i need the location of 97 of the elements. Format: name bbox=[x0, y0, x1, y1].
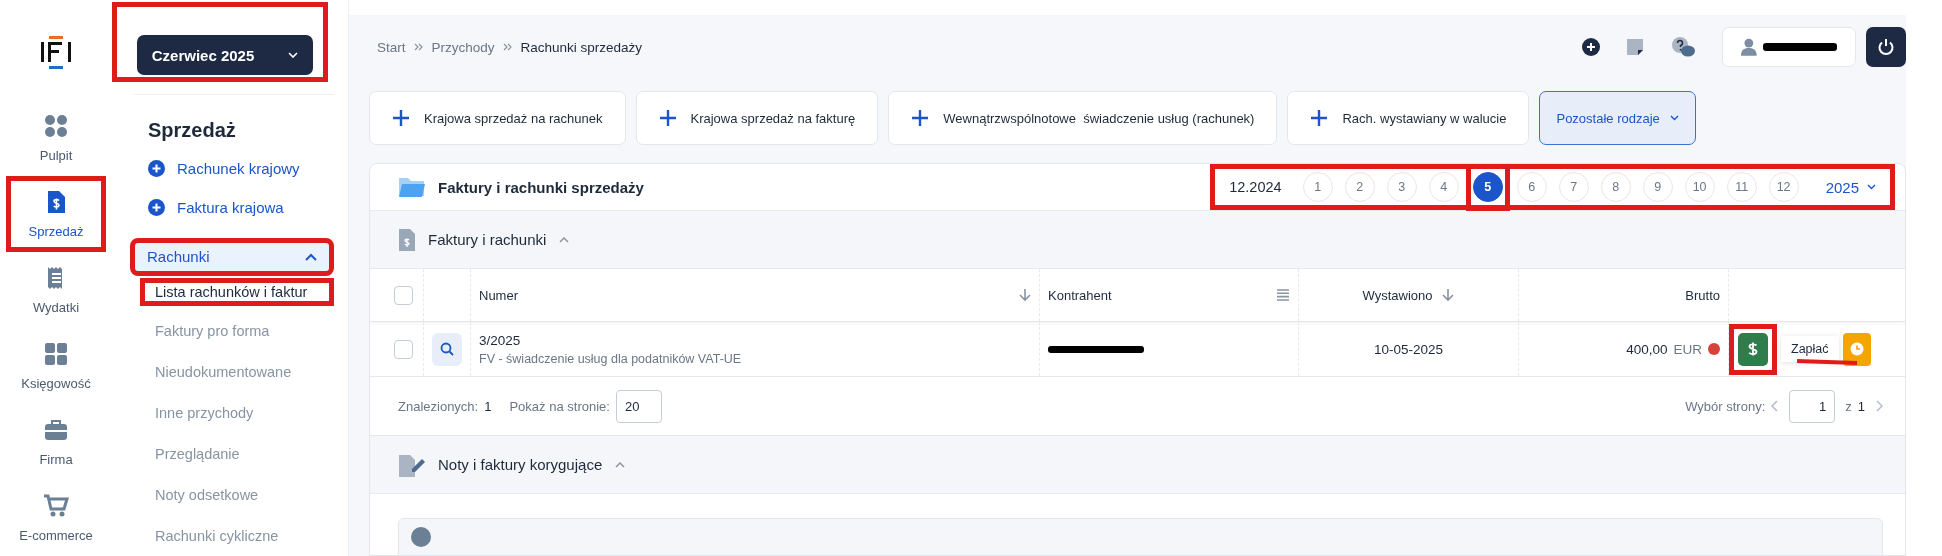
month-pill[interactable]: 6 bbox=[1516, 172, 1547, 202]
briefcase-icon bbox=[43, 417, 69, 443]
section-title[interactable]: Noty i faktury korygujące bbox=[438, 456, 603, 473]
per-page-field[interactable]: 20 bbox=[615, 389, 662, 423]
tooltip: Zapłać bbox=[1781, 336, 1839, 362]
clock-button[interactable] bbox=[1842, 332, 1871, 366]
month-pill[interactable]: 4 bbox=[1428, 172, 1459, 202]
search-icon bbox=[440, 342, 454, 356]
plus-icon bbox=[911, 109, 930, 127]
page-field[interactable]: 1 bbox=[1789, 389, 1836, 423]
next-page-icon[interactable] bbox=[1875, 400, 1883, 412]
column-header[interactable]: Kontrahent bbox=[1048, 287, 1112, 303]
month-pill[interactable]: 3 bbox=[1386, 172, 1417, 202]
caret-icon[interactable] bbox=[558, 235, 571, 244]
action-button[interactable]: Krajowa sprzedaż na rachunek bbox=[369, 91, 626, 145]
rail-item[interactable]: E-commerce bbox=[6, 480, 106, 556]
action-button[interactable]: Pozostałe rodzaje bbox=[1539, 91, 1696, 145]
month-pill[interactable]: 10 bbox=[1684, 172, 1715, 202]
submenu-item[interactable]: Lista rachunków i faktur bbox=[140, 277, 334, 307]
previous-period[interactable]: 12.2024 bbox=[1229, 179, 1282, 195]
previous-page-icon[interactable] bbox=[1771, 400, 1780, 412]
menu-group[interactable]: Rachunki bbox=[130, 238, 334, 276]
chevron-down-icon bbox=[1669, 115, 1679, 121]
month-pill[interactable]: 9 bbox=[1642, 172, 1673, 202]
quick-add-link[interactable]: Rachunek krajowy bbox=[148, 160, 334, 177]
caret-icon[interactable] bbox=[614, 460, 627, 469]
month-pill[interactable]: 5 bbox=[1472, 172, 1503, 202]
found-label: Znalezionych: bbox=[398, 398, 479, 414]
add-icon[interactable] bbox=[1582, 38, 1600, 56]
cart-icon bbox=[43, 493, 69, 519]
caret-icon bbox=[305, 252, 317, 261]
breadcrumb-link[interactable]: Rachunki sprzedaży bbox=[520, 39, 643, 55]
column-header[interactable]: Numer bbox=[479, 287, 518, 303]
dollar-icon bbox=[1748, 341, 1758, 357]
user-icon bbox=[1741, 38, 1757, 56]
of-label: z bbox=[1845, 398, 1852, 414]
info-icon bbox=[411, 527, 431, 547]
year-dropdown[interactable]: 2025 bbox=[1819, 177, 1882, 197]
pay-button[interactable] bbox=[1738, 332, 1768, 366]
chevron-icon bbox=[502, 42, 513, 52]
gross-amount: 400,00 bbox=[1626, 341, 1668, 357]
chevron-icon bbox=[413, 42, 424, 52]
rail-item[interactable]: Sprzedaż bbox=[6, 176, 106, 252]
plus-icon bbox=[392, 109, 410, 127]
breadcrumb-link[interactable]: Przychody bbox=[431, 39, 495, 55]
dollar-document-icon bbox=[398, 227, 416, 252]
note-icon[interactable] bbox=[1626, 38, 1644, 56]
rail-item[interactable]: Księgowość bbox=[6, 328, 106, 404]
rail-item[interactable]: Wydatki bbox=[6, 252, 106, 328]
month-pill[interactable]: 1 bbox=[1302, 172, 1333, 202]
plus-icon bbox=[1310, 109, 1329, 127]
month-pill[interactable]: 8 bbox=[1600, 172, 1631, 202]
breadcrumb-link[interactable]: Start bbox=[377, 39, 406, 55]
dashboard-icon bbox=[43, 113, 69, 139]
sort-arrow-icon[interactable] bbox=[1019, 288, 1031, 302]
chevron-down-icon bbox=[288, 52, 299, 58]
rail-item[interactable]: Pulpit bbox=[6, 100, 106, 176]
month-pill[interactable]: 12 bbox=[1768, 172, 1799, 202]
rail-item[interactable]: Firma bbox=[6, 404, 106, 480]
select-all-checkbox[interactable] bbox=[394, 285, 413, 305]
search-button[interactable] bbox=[432, 332, 462, 366]
card-title: Faktury i rachunki sprzedaży bbox=[438, 178, 644, 196]
page-label: Wybór strony: bbox=[1685, 398, 1766, 414]
help-chat-icon[interactable] bbox=[1670, 36, 1696, 58]
folder-icon bbox=[398, 176, 426, 198]
action-button[interactable]: Wewnątrzwspólnotowe świadczenie usług (rachunek) bbox=[888, 91, 1278, 145]
action-button[interactable]: Krajowa sprzedaż na fakturę bbox=[635, 91, 879, 145]
plus-icon bbox=[658, 109, 677, 127]
user-button[interactable] bbox=[1722, 27, 1856, 67]
chevron-down-icon bbox=[1867, 184, 1876, 190]
currency-code: EUR bbox=[1673, 341, 1702, 357]
plus-circle-icon bbox=[148, 160, 165, 177]
month-pill[interactable]: 11 bbox=[1726, 172, 1757, 202]
column-header[interactable]: Wystawiono bbox=[1362, 287, 1433, 303]
invoice-number: 3/2025 bbox=[479, 332, 521, 348]
page-count: 1 bbox=[1857, 398, 1865, 414]
quick-add-link[interactable]: Faktura krajowa bbox=[148, 199, 334, 216]
list-icon[interactable] bbox=[1276, 289, 1290, 301]
column-header[interactable]: Brutto bbox=[1685, 287, 1720, 303]
calculator-icon bbox=[43, 341, 69, 367]
month-pill[interactable]: 2 bbox=[1344, 172, 1375, 202]
period-dropdown[interactable]: Czerwiec 2025 bbox=[137, 35, 313, 75]
logo-icon bbox=[41, 36, 71, 70]
logout-button[interactable] bbox=[1866, 27, 1906, 67]
per-page-label: Pokaż na stronie: bbox=[509, 398, 610, 414]
row-checkbox[interactable] bbox=[394, 339, 413, 359]
action-button[interactable]: Rach. wystawiany w walucie bbox=[1287, 91, 1530, 145]
found-count: 1 bbox=[484, 398, 492, 414]
sort-arrow-icon[interactable] bbox=[1442, 288, 1455, 302]
plus-circle-icon bbox=[148, 199, 165, 216]
clock-icon bbox=[1849, 342, 1864, 356]
power-icon bbox=[1877, 38, 1895, 56]
issue-date: 10-05-2025 bbox=[1373, 341, 1444, 357]
month-pill[interactable]: 7 bbox=[1558, 172, 1589, 202]
section-title[interactable]: Faktury i rachunki bbox=[428, 231, 547, 248]
invoice-description: FV - świadczenie usług dla podatników VAT-UE bbox=[479, 351, 742, 366]
sidebar-heading: Sprzedaż bbox=[148, 119, 237, 142]
